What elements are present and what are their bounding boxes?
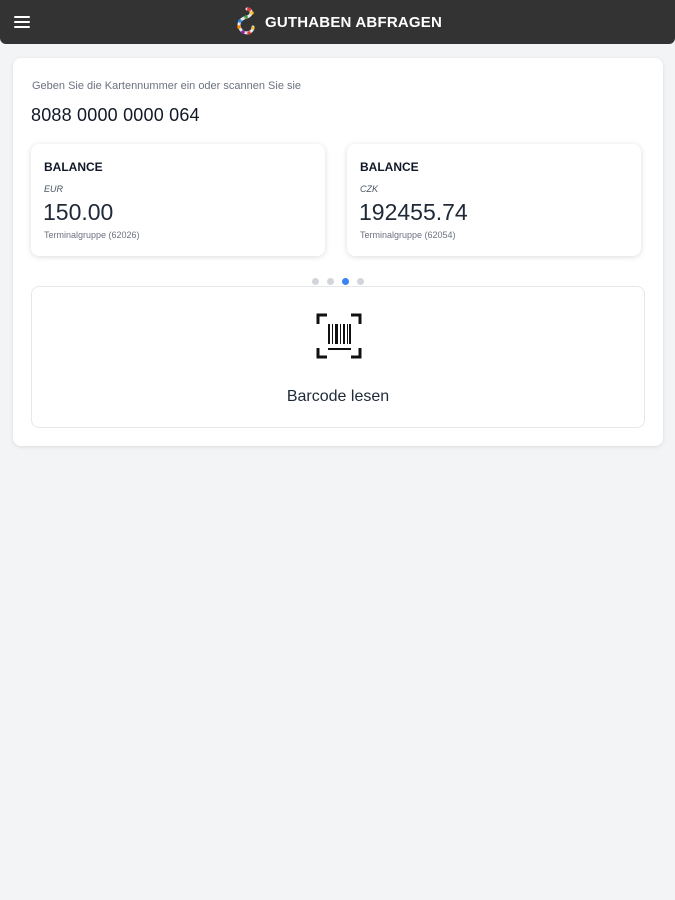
barcode-scan-icon: [316, 313, 362, 359]
balance-card-currency: CZK: [360, 184, 378, 194]
pagination-dot[interactable]: [312, 278, 319, 285]
pagination-dot[interactable]: [357, 278, 364, 285]
balance-card-currency: EUR: [44, 184, 64, 194]
balance-card-amount: 150.00: [43, 199, 114, 225]
balance-card-eur: BALANCE EUR 150.00 Terminalgruppe (62026…: [31, 144, 325, 256]
carousel-pagination: [13, 278, 663, 285]
scan-barcode-button[interactable]: Barcode lesen: [31, 286, 645, 428]
brand-logo-icon: [237, 7, 255, 35]
pagination-dot[interactable]: [327, 278, 334, 285]
balance-card-title: BALANCE: [44, 160, 103, 174]
balance-card-title: BALANCE: [360, 160, 419, 174]
pagination-dot-active[interactable]: [342, 278, 349, 285]
card-number-input[interactable]: 8088 0000 0000 064: [31, 105, 200, 126]
page-title: GUTHABEN ABFRAGEN: [264, 13, 442, 31]
scan-barcode-label: Barcode lesen: [286, 388, 390, 405]
top-bar: GUTHABEN ABFRAGEN: [0, 0, 675, 44]
balance-card-czk: BALANCE CZK 192455.74 Terminalgruppe (62…: [347, 144, 641, 256]
balance-card-terminal-group: Terminalgruppe (62026): [44, 230, 140, 240]
balance-card-terminal-group: Terminalgruppe (62054): [360, 230, 456, 240]
brand: GUTHABEN ABFRAGEN: [0, 0, 675, 44]
balance-query-card: Geben Sie die Kartennummer ein oder scan…: [13, 58, 663, 446]
balance-card-amount: 192455.74: [359, 199, 468, 225]
card-number-prompt: Geben Sie die Kartennummer ein oder scan…: [32, 80, 302, 92]
